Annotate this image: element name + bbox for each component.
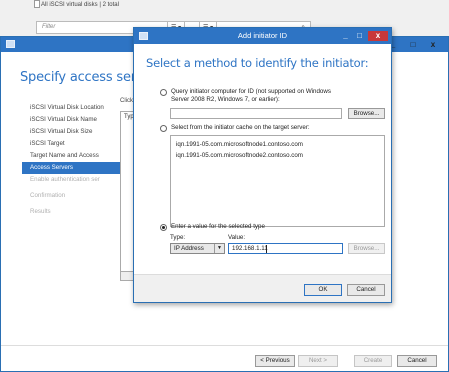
maximize-button[interactable]: □ (407, 40, 419, 50)
query-browse-button[interactable]: Browse... (348, 108, 385, 119)
initiator-cache-list[interactable]: iqn.1991-05.com.microsoftnode1.contoso.c… (170, 135, 385, 227)
value-input[interactable]: 192.168.1.11 (228, 243, 343, 254)
dialog-cancel-button[interactable]: Cancel (347, 284, 385, 296)
cancel-button[interactable]: Cancel (397, 355, 437, 367)
step-confirmation: Confirmation (30, 192, 66, 199)
list-item[interactable]: iqn.1991-05.com.microsoftnode1.contoso.c… (176, 141, 303, 148)
query-initiator-label-line1[interactable]: Query initiator computer for ID (not sup… (171, 88, 331, 96)
scroll-arrow-icon[interactable] (34, 0, 40, 8)
dialog-title-bar[interactable]: Add initiator ID _ □ x (134, 28, 391, 44)
select-from-cache-radio[interactable] (160, 125, 167, 132)
query-initiator-label-line2[interactable]: Server 2008 R2, Windows 7, or earlier): (171, 96, 280, 104)
type-label: Type: (170, 234, 186, 241)
value-browse-button: Browse... (348, 243, 385, 254)
ok-button[interactable]: OK (304, 284, 342, 296)
enter-value-radio[interactable] (160, 224, 167, 231)
text-caret (266, 245, 267, 253)
next-button: Next > (298, 355, 338, 367)
close-button[interactable]: x (427, 40, 439, 50)
value-label: Value: (228, 234, 246, 241)
step-target-name-access[interactable]: Target Name and Access (30, 150, 120, 162)
dialog-maximize-button[interactable]: □ (354, 31, 365, 41)
instruction-text: Click (120, 98, 133, 104)
step-virtual-disk-size[interactable]: iSCSI Virtual Disk Size (30, 126, 120, 138)
enter-value-label[interactable]: Enter a value for the selected type (171, 223, 265, 231)
value-input-text: 192.168.1.11 (232, 245, 268, 252)
query-initiator-radio[interactable] (160, 89, 167, 96)
create-button: Create (354, 355, 392, 367)
step-virtual-disk-name[interactable]: iSCSI Virtual Disk Name (30, 114, 120, 126)
dialog-minimize-button[interactable]: _ (340, 31, 351, 41)
dialog-close-button[interactable]: x (368, 31, 388, 41)
type-select[interactable]: IP Address ▼ (170, 243, 225, 254)
chevron-down-icon[interactable]: ▼ (214, 244, 224, 253)
footer-divider (1, 345, 448, 346)
add-initiator-id-dialog: Add initiator ID _ □ x Select a method t… (133, 27, 392, 303)
dialog-heading: Select a method to identify the initiato… (146, 56, 369, 70)
dialog-title: Add initiator ID (237, 31, 288, 40)
select-from-cache-label[interactable]: Select from the initiator cache on the t… (171, 124, 310, 132)
window-icon (6, 40, 15, 48)
step-results: Results (30, 208, 51, 215)
previous-button[interactable]: < Previous (255, 355, 295, 367)
query-computer-input[interactable] (170, 108, 342, 119)
type-select-value: IP Address (174, 245, 204, 252)
virtual-disks-count: All iSCSI virtual disks | 2 total (41, 2, 119, 8)
step-iscsi-target[interactable]: iSCSI Target (30, 138, 120, 150)
list-item[interactable]: iqn.1991-05.com.microsoftnode2.contoso.c… (176, 152, 303, 159)
step-virtual-disk-location[interactable]: iSCSI Virtual Disk Location (30, 102, 120, 114)
step-enable-authentication: Enable authentication ser (30, 176, 100, 183)
filter-placeholder: Filter (42, 24, 56, 30)
